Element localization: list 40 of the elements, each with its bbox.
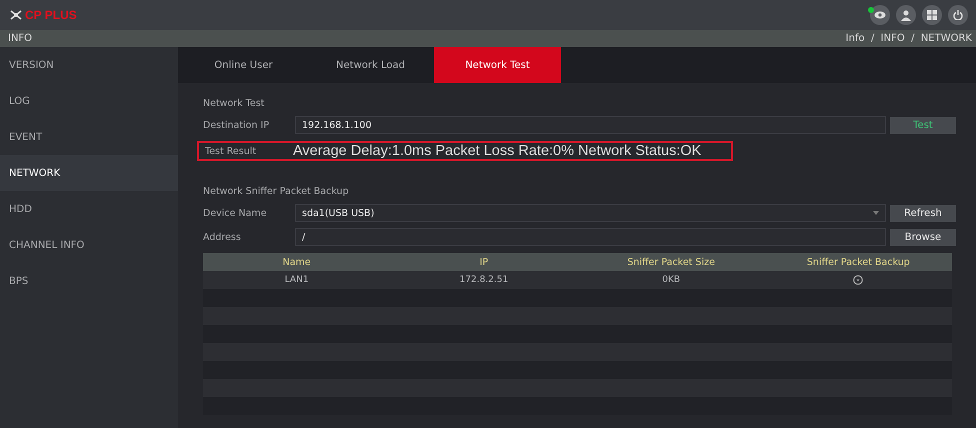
caret-icon: [873, 211, 879, 215]
sidebar-item[interactable]: HDD: [0, 191, 178, 227]
sidebar-item[interactable]: NETWORK: [0, 155, 178, 191]
tab[interactable]: Network Load: [307, 47, 434, 83]
sidebar-item[interactable]: EVENT: [0, 119, 178, 155]
column-header: IP: [478, 256, 490, 270]
input-field[interactable]: 192.168.1.100: [295, 116, 886, 134]
field-label: Destination IP: [203, 120, 270, 130]
test-button[interactable]: Test: [890, 116, 956, 134]
logo-icon: [10, 10, 22, 20]
sidebar-item[interactable]: VERSION: [0, 47, 178, 83]
test-result: Average Delay:1.0ms Packet Loss Rate:0% Network Status:OK: [293, 143, 702, 159]
table-cell-text: 0KB: [661, 274, 682, 287]
browse-button[interactable]: Browse: [890, 228, 956, 246]
tab[interactable]: Network Test: [434, 47, 561, 83]
input-field[interactable]: /: [295, 228, 886, 246]
sidebar-item[interactable]: LOG: [0, 83, 178, 119]
section-title: Network Test: [203, 96, 266, 110]
field-label: Test Result: [205, 146, 258, 156]
column-header: Sniffer Packet Size: [626, 256, 716, 270]
grid-icon[interactable]: [922, 5, 942, 25]
table-cell-text: 172.8.2.51: [458, 274, 510, 287]
table-cell-text: LAN1: [284, 274, 310, 287]
page-title: INFO: [8, 33, 32, 44]
dropdown-field[interactable]: sda1(USB USB): [295, 204, 886, 222]
eye-icon[interactable]: [870, 5, 890, 25]
field-label: Address: [203, 232, 242, 242]
column-header: Name: [282, 256, 312, 270]
field-label: Device Name: [203, 208, 268, 218]
sidebar-item[interactable]: BPS: [0, 263, 178, 299]
refresh-button[interactable]: Refresh: [890, 204, 956, 222]
logo-text: CP PLUS: [25, 8, 77, 22]
section-title: Network Sniffer Packet Backup: [203, 184, 350, 198]
user-icon[interactable]: [896, 5, 916, 25]
breadcrumb: Info / INFO / NETWORK: [846, 33, 972, 44]
power-icon[interactable]: [948, 5, 968, 25]
sidebar-item[interactable]: CHANNEL INFO: [0, 227, 178, 263]
column-header: Sniffer Packet Backup: [806, 256, 911, 270]
tab[interactable]: Online User: [180, 47, 307, 83]
download-icon[interactable]: [853, 275, 864, 285]
